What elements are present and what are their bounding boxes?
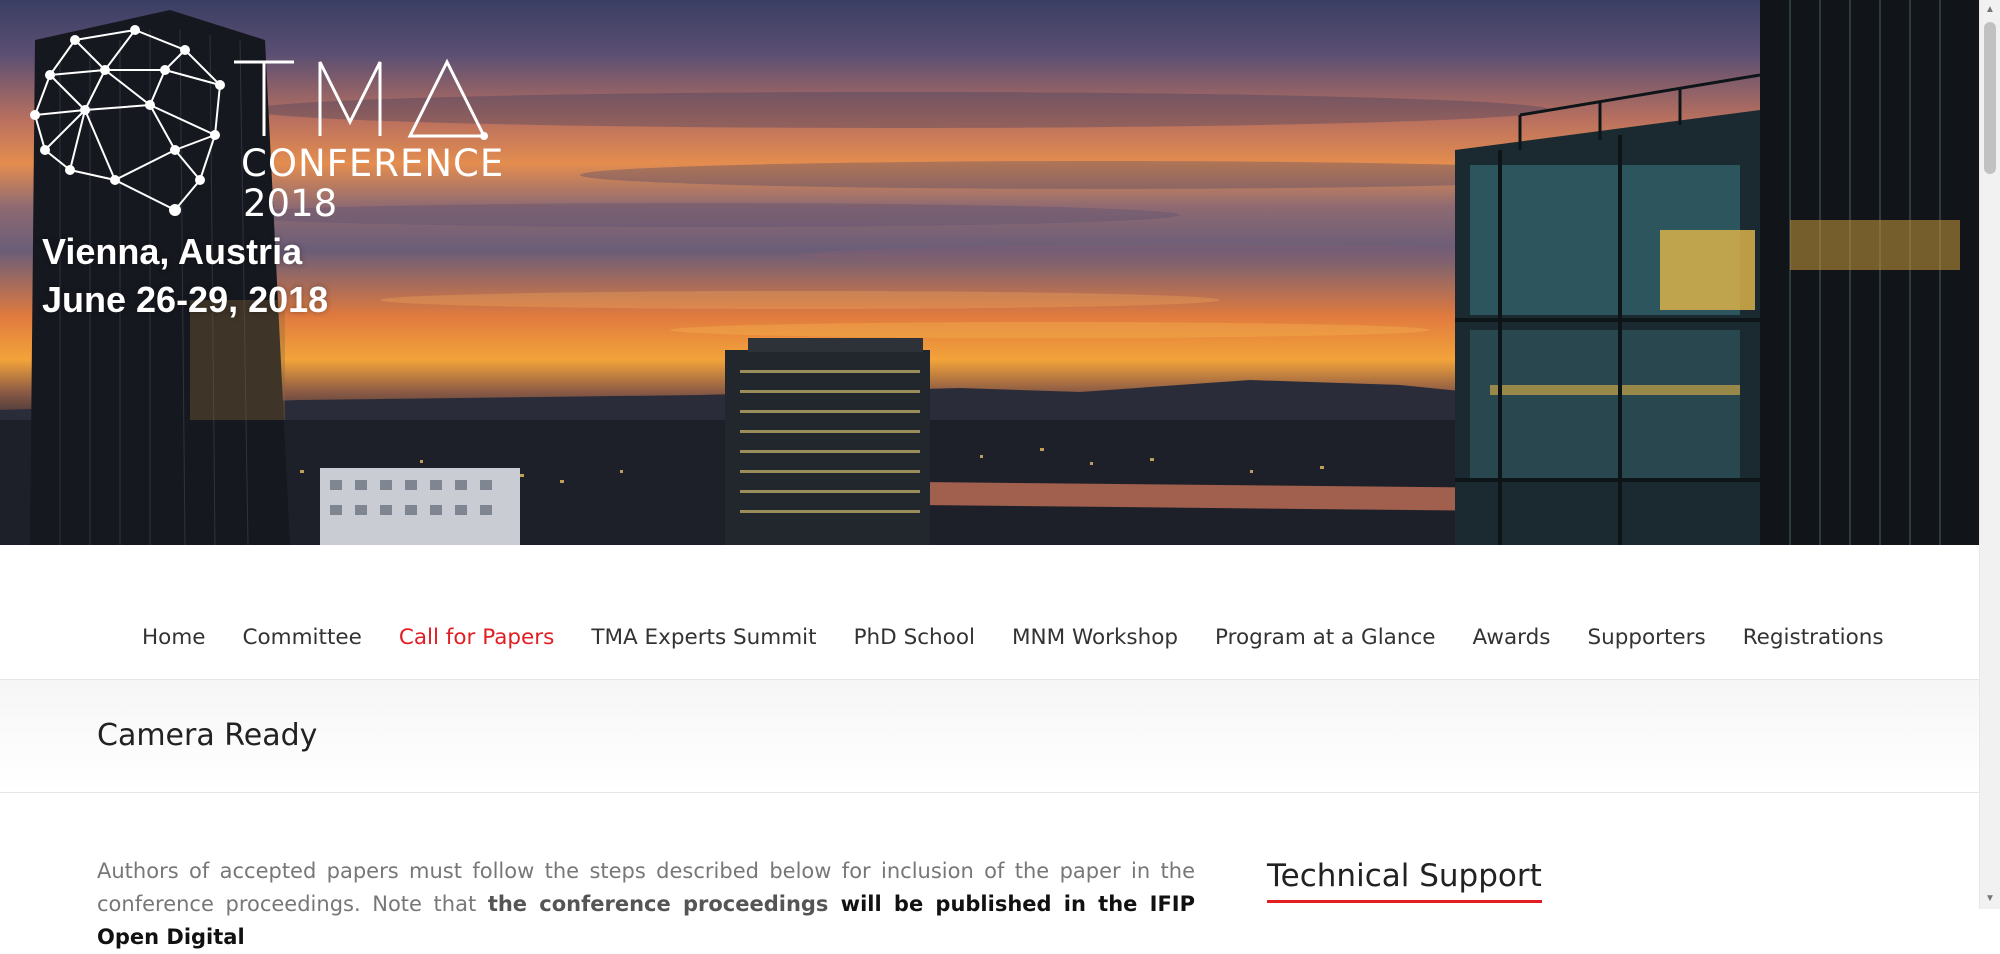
nav-item-registrations[interactable]: Registrations [1743,625,1884,650]
nav-menu: Home Committee Call for Papers TMA Exper… [142,625,1884,650]
conference-year: 2018 [243,182,338,225]
intro-bold-proceedings: the conference proceedings [487,892,829,916]
main-content: Authors of accepted papers must follow t… [97,855,1195,954]
intro-paragraph: Authors of accepted papers must follow t… [97,855,1195,954]
hero-banner: CONFERENCE 2018 Vienna, Austria June 26-… [0,0,1980,545]
page-scrollbar[interactable]: ▲ ▼ [1979,0,2000,909]
tma-logo-graphic [30,25,225,216]
nav-item-tma-experts-summit[interactable]: TMA Experts Summit [591,625,816,650]
conference-label: CONFERENCE [241,142,505,185]
nav-item-committee[interactable]: Committee [243,625,362,650]
conference-dates: June 26-29, 2018 [42,279,329,320]
conference-location: Vienna, Austria [42,231,303,272]
nav-item-supporters[interactable]: Supporters [1587,625,1705,650]
page-header: Camera Ready [0,680,1980,793]
nav-item-awards[interactable]: Awards [1473,625,1551,650]
nav-item-mnm-workshop[interactable]: MNM Workshop [1012,625,1178,650]
scroll-down-icon[interactable]: ▼ [1980,889,2000,909]
page-title: Camera Ready [97,718,318,753]
sidebar-technical-support-heading: Technical Support [1267,858,1542,903]
scrollbar-thumb[interactable] [1984,22,1996,174]
nav-item-program-at-a-glance[interactable]: Program at a Glance [1215,625,1435,650]
main-navigation: Home Committee Call for Papers TMA Exper… [0,545,1980,680]
scroll-up-icon[interactable]: ▲ [1980,0,2000,20]
nav-item-home[interactable]: Home [142,625,206,650]
nav-item-call-for-papers[interactable]: Call for Papers [399,625,554,650]
nav-item-phd-school[interactable]: PhD School [854,625,975,650]
